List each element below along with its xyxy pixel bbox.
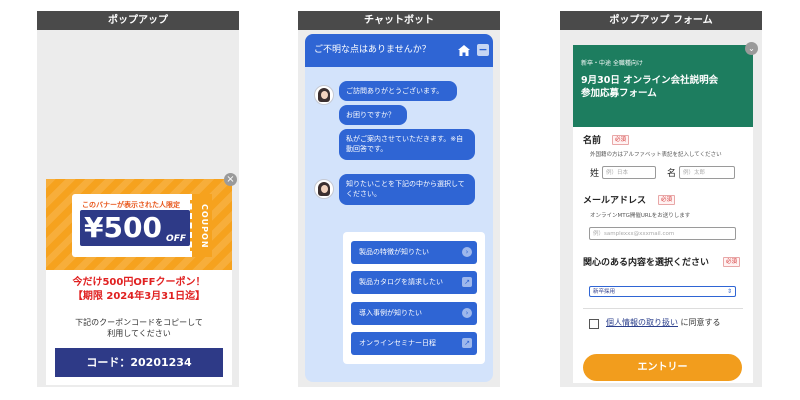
chat-options-menu: 製品の特徴が知りたい › 製品カタログを請求したい ↗ 導入事例が知りたい › … — [343, 232, 485, 364]
avatar — [314, 85, 334, 105]
panel-title-popup: ポップアップ — [37, 11, 239, 30]
panel-title-chatbot: チャットボット — [298, 11, 500, 30]
interest-label: 関心のある内容を選択ください — [583, 258, 710, 268]
popup-instruction-line1: 下記のクーポンコードをコピーして — [75, 318, 203, 327]
coupon-tag: COUPON — [190, 194, 212, 257]
email-note: オンラインMTG開催URLをお送りします — [590, 213, 691, 219]
required-badge: 必須 — [658, 195, 676, 205]
popup-headline-line2: 【期限 2024年3月31日迄】 — [72, 291, 206, 302]
form-header: 新卒・中途 全職種向け 9月30日 オンライン会社説明会 参加応募フォーム — [573, 45, 753, 127]
chat-message: 私がご案内させていただきます。※自動回答です。 — [339, 129, 475, 160]
mei-label: 名 — [667, 169, 677, 179]
panel-title-form: ポップアップ フォーム — [560, 11, 762, 30]
entry-form: 新卒・中途 全職種向け 9月30日 オンライン会社説明会 参加応募フォーム 名前… — [573, 45, 753, 383]
required-badge: 必須 — [612, 135, 630, 145]
minimize-icon[interactable]: − — [477, 44, 489, 56]
form-title-line2: 参加応募フォーム — [581, 88, 657, 99]
required-badge: 必須 — [723, 257, 741, 267]
coupon-amount: ¥500 — [84, 211, 162, 244]
form-subtitle: 新卒・中途 全職種向け — [581, 60, 643, 67]
chatbot-panel: チャットボット ご不明な点はありませんか？ − ご訪問ありがとうございます。 お… — [298, 11, 500, 387]
chat-option-button[interactable]: 製品カタログを請求したい ↗ — [351, 271, 477, 294]
chat-option-label: 製品の特徴が知りたい — [359, 248, 429, 256]
coupon-banner: このバナーが表示された人限定 ¥500 OFF COUPON — [46, 179, 232, 270]
chat-option-button[interactable]: 導入事例が知りたい › — [351, 302, 477, 325]
first-name-input[interactable]: 例）太郎 — [679, 166, 735, 179]
avatar — [314, 179, 334, 199]
chat-option-label: 導入事例が知りたい — [359, 309, 422, 317]
chat-option-label: 製品カタログを請求したい — [359, 278, 443, 286]
banner-limited-text: このバナーが表示された人限定 — [82, 201, 180, 209]
chat-option-button[interactable]: 製品の特徴が知りたい › — [351, 241, 477, 264]
name-label: 名前 — [583, 136, 602, 146]
divider — [583, 308, 743, 309]
email-label: メールアドレス — [583, 196, 647, 206]
consent-checkbox[interactable] — [589, 319, 599, 329]
form-title-line1: 9月30日 オンライン会社説明会 — [581, 75, 719, 86]
external-link-icon: ↗ — [462, 277, 472, 287]
external-link-icon: ↗ — [462, 338, 472, 348]
coupon-price-box: ¥500 OFF — [80, 210, 190, 246]
chat-message: ご訪問ありがとうございます。 — [339, 81, 457, 101]
close-icon[interactable]: × — [224, 173, 237, 186]
chat-option-button[interactable]: オンラインセミナー日程 ↗ — [351, 332, 477, 355]
privacy-policy-link[interactable]: 個人情報の取り扱い — [606, 318, 678, 327]
entry-button[interactable]: エントリー — [583, 354, 742, 381]
chatbot-window: ご不明な点はありませんか？ − ご訪問ありがとうございます。 お困りですか？ 私… — [305, 34, 493, 382]
interest-select-value: 新卒採用 — [593, 289, 616, 295]
chat-option-label: オンラインセミナー日程 — [359, 339, 436, 347]
consent-text: に同意する — [680, 318, 721, 327]
chevron-down-icon[interactable]: ⌄ — [745, 42, 758, 55]
last-name-input[interactable]: 例）日本 — [602, 166, 656, 179]
coupon-code-button[interactable]: コード：20201234 — [55, 348, 223, 377]
chat-message: 知りたいことを下記の中から選択してください。 — [339, 174, 475, 205]
form-panel: ポップアップ フォーム 新卒・中途 全職種向け 9月30日 オンライン会社説明会… — [560, 11, 762, 387]
interest-select[interactable]: 新卒採用 ⇕ — [589, 286, 736, 297]
home-icon[interactable] — [458, 45, 470, 56]
consent-statement: 個人情報の取り扱い に同意する — [606, 317, 746, 329]
coupon-popup: このバナーが表示された人限定 ¥500 OFF COUPON 今だけ500円OF… — [46, 179, 232, 385]
email-input[interactable]: 例）samplexxx@xxxmail.com — [589, 227, 736, 240]
coupon-ticket: このバナーが表示された人限定 ¥500 OFF COUPON — [72, 194, 212, 257]
select-arrow-icon: ⇕ — [726, 288, 732, 295]
chevron-right-icon: › — [462, 247, 472, 257]
coupon-off-label: OFF — [166, 234, 186, 244]
sei-label: 姓 — [590, 169, 600, 179]
chevron-right-icon: › — [462, 308, 472, 318]
form-title: 9月30日 オンライン会社説明会 参加応募フォーム — [581, 74, 718, 100]
popup-instruction: 下記のクーポンコードをコピーして 利用してください — [46, 317, 232, 339]
name-note: 外国籍の方はアルファベット表記を記入してください — [590, 152, 722, 158]
popup-headline: 今だけ500円OFFクーポン！ 【期限 2024年3月31日迄】 — [46, 276, 232, 304]
chat-message: お困りですか？ — [339, 105, 407, 125]
coupon-tag-text: COUPON — [200, 204, 209, 249]
popup-instruction-line2: 利用してください — [107, 329, 171, 338]
popup-panel: ポップアップ このバナーが表示された人限定 ¥500 OFF COUPON 今だ… — [37, 11, 239, 387]
chatbot-title: ご不明な点はありませんか？ — [314, 45, 431, 55]
chatbot-header: ご不明な点はありませんか？ − — [305, 34, 493, 67]
popup-headline-line1: 今だけ500円OFFクーポン！ — [72, 277, 206, 288]
